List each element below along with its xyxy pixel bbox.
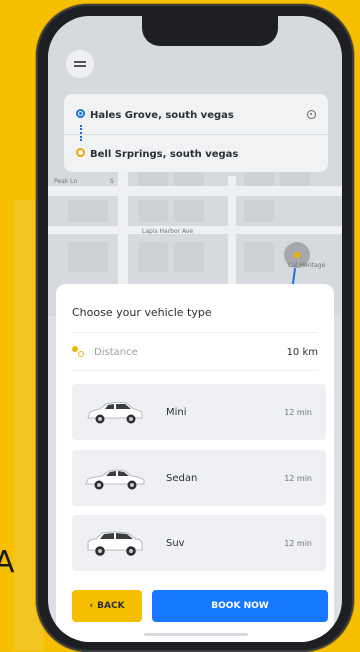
car-hatchback-icon bbox=[87, 401, 143, 424]
map-block bbox=[174, 172, 204, 186]
pickup-pin-icon bbox=[76, 109, 85, 118]
map-block bbox=[280, 172, 310, 186]
dropoff-address: Bell Srprings, south vegas bbox=[90, 148, 239, 160]
vehicle-option-suv[interactable]: Suv 12 min bbox=[72, 515, 326, 571]
locate-icon[interactable] bbox=[307, 110, 316, 119]
distance-icon bbox=[72, 346, 86, 358]
map-block bbox=[174, 242, 204, 272]
route-card: Hales Grove, south vegas Bell Srprings, … bbox=[64, 94, 328, 172]
location-marker-icon bbox=[284, 242, 310, 268]
vehicle-name: Sedan bbox=[166, 472, 198, 484]
phone-screen: Peak Ln S Lapis Harbor Ave Cal Heritage … bbox=[48, 16, 342, 642]
vehicle-eta: 12 min bbox=[284, 473, 312, 483]
map-block bbox=[244, 200, 274, 222]
map-street-label: Peak Ln bbox=[54, 178, 78, 185]
map-road bbox=[48, 226, 342, 234]
map-road bbox=[48, 186, 342, 196]
map-block bbox=[244, 242, 274, 272]
car-suv-icon bbox=[87, 531, 143, 556]
phone-notch bbox=[142, 16, 278, 46]
divider bbox=[72, 332, 318, 333]
map-street-label: Lapis Harbor Ave bbox=[142, 228, 194, 235]
pickup-field[interactable]: Hales Grove, south vegas bbox=[64, 96, 328, 134]
map-block bbox=[68, 200, 108, 222]
map-block bbox=[138, 242, 168, 272]
distance-label: Distance bbox=[94, 346, 138, 358]
back-button[interactable]: ‹ BACK bbox=[72, 590, 142, 622]
map-block bbox=[138, 200, 168, 222]
vehicle-name: Mini bbox=[166, 406, 187, 418]
map-block bbox=[138, 172, 168, 186]
sheet-title: Choose your vehicle type bbox=[72, 306, 212, 319]
vehicle-eta: 12 min bbox=[284, 538, 312, 548]
background-letter: A bbox=[0, 545, 15, 580]
home-indicator bbox=[144, 633, 248, 636]
chevron-left-icon: ‹ bbox=[89, 601, 94, 611]
map-road bbox=[228, 176, 236, 296]
vehicle-name: Suv bbox=[166, 537, 185, 549]
vehicle-option-mini[interactable]: Mini 12 min bbox=[72, 384, 326, 440]
distance-value: 10 km bbox=[286, 346, 318, 358]
dropoff-pin-icon bbox=[76, 148, 85, 157]
phone-frame: Peak Ln S Lapis Harbor Ave Cal Heritage … bbox=[36, 4, 354, 652]
divider bbox=[72, 370, 318, 371]
car-sedan-icon bbox=[85, 469, 145, 490]
map-block bbox=[68, 242, 108, 272]
book-now-button[interactable]: BOOK NOW bbox=[152, 590, 328, 622]
back-button-label: BACK bbox=[97, 601, 125, 611]
vehicle-sheet: Choose your vehicle type Distance 10 km … bbox=[56, 284, 334, 642]
map-block bbox=[174, 200, 204, 222]
menu-button[interactable] bbox=[66, 50, 94, 78]
dropoff-field[interactable]: Bell Srprings, south vegas bbox=[64, 134, 328, 173]
book-now-label: BOOK NOW bbox=[211, 601, 269, 611]
menu-icon bbox=[74, 59, 86, 69]
vehicle-option-sedan[interactable]: Sedan 12 min bbox=[72, 450, 326, 506]
map-block bbox=[244, 172, 274, 186]
map-street-label: S bbox=[110, 178, 114, 185]
pickup-address: Hales Grove, south vegas bbox=[90, 109, 234, 121]
vehicle-eta: 12 min bbox=[284, 407, 312, 417]
distance-row: Distance 10 km bbox=[72, 342, 318, 362]
